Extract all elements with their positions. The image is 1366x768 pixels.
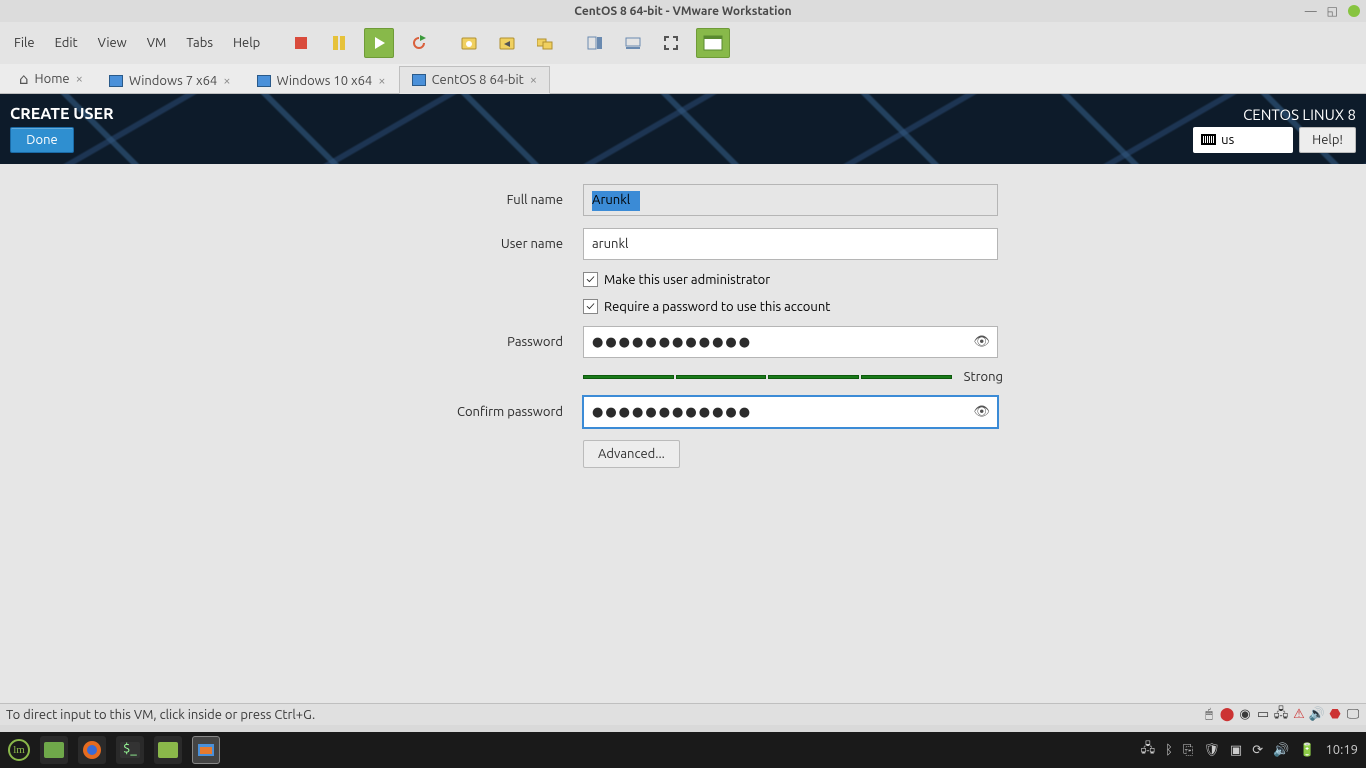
files-icon[interactable] <box>154 736 182 764</box>
advanced-button[interactable]: Advanced... <box>583 440 680 468</box>
menu-view[interactable]: View <box>90 32 135 54</box>
password-strength-meter <box>583 375 952 379</box>
vmware-statusbar: To direct input to this VM, click inside… <box>0 703 1366 725</box>
vmware-menubar: File Edit View VM Tabs Help <box>0 22 1366 64</box>
host-close-icon[interactable] <box>1348 5 1360 17</box>
bluetooth-tray-icon[interactable]: ᛒ <box>1165 743 1173 757</box>
vm-power-on-button[interactable] <box>364 28 394 58</box>
admin-checkbox-row[interactable]: Make this user administrator <box>583 272 1003 287</box>
fullname-label: Full name <box>363 193 563 207</box>
host-titlebar: CentOS 8 64-bit - VMware Workstation — ◱ <box>0 0 1366 22</box>
svg-text:$_: $_ <box>123 742 137 756</box>
status-mouse-icon: 🖱 <box>1202 708 1216 722</box>
tab-close-icon[interactable]: × <box>530 73 537 87</box>
vm-snapshot-take-button[interactable] <box>456 30 482 56</box>
reveal-password-icon[interactable]: 👁 <box>973 335 990 350</box>
status-disk-icon[interactable]: ⬤ <box>1220 708 1234 722</box>
host-window-title: CentOS 8 64-bit - VMware Workstation <box>574 5 791 18</box>
require-password-checkbox[interactable] <box>583 299 598 314</box>
help-button[interactable]: Help! <box>1299 127 1356 153</box>
menu-edit[interactable]: Edit <box>47 32 86 54</box>
network-tray-icon[interactable]: 🖧 <box>1141 739 1156 761</box>
vmware-taskbar-icon[interactable] <box>192 736 220 764</box>
taskbar-clock[interactable]: 10:19 <box>1325 743 1358 757</box>
confirm-password-input[interactable] <box>583 396 998 428</box>
vm-unity-button[interactable] <box>696 28 730 58</box>
username-label: User name <box>363 237 563 251</box>
menu-help[interactable]: Help <box>225 32 268 54</box>
confirm-password-label: Confirm password <box>363 405 563 419</box>
admin-checkbox[interactable] <box>583 272 598 287</box>
tab-label: Home <box>35 72 70 86</box>
reveal-confirm-password-icon[interactable]: 👁 <box>973 405 990 420</box>
status-floppy-icon[interactable]: ▭ <box>1256 708 1270 722</box>
vm-snapshot-revert-button[interactable] <box>494 30 520 56</box>
anaconda-header: CREATE USER Done CENTOS LINUX 8 us Help! <box>0 94 1366 164</box>
start-menu-icon[interactable]: lm <box>8 739 30 761</box>
tab-label: Windows 10 x64 <box>277 74 373 88</box>
require-password-checkbox-label: Require a password to use this account <box>604 300 830 314</box>
status-cd-icon[interactable]: ◉ <box>1238 708 1252 722</box>
menu-tabs[interactable]: Tabs <box>178 32 221 54</box>
tab-label: CentOS 8 64-bit <box>432 73 524 87</box>
vmware-tabbar: Home × Windows 7 x64 × Windows 10 x64 × … <box>0 64 1366 94</box>
password-strength-label: Strong <box>964 370 1003 384</box>
updates-tray-icon[interactable]: ⎘ <box>1183 743 1193 758</box>
battery-tray-icon[interactable]: 🔋 <box>1299 743 1315 758</box>
tab-home[interactable]: Home × <box>6 63 96 94</box>
vm-power-off-button[interactable] <box>288 30 314 56</box>
host-taskbar: lm $_ 🖧 ᛒ ⎘ 🛡 ▣ ⟳ 🔊 🔋 10:19 <box>0 732 1366 768</box>
username-input[interactable] <box>583 228 998 260</box>
require-password-checkbox-row[interactable]: Require a password to use this account <box>583 299 1003 314</box>
status-display-icon[interactable]: 🖵 <box>1346 708 1360 722</box>
shield-tray-icon[interactable]: 🛡 <box>1203 743 1220 758</box>
vm-icon <box>412 74 426 86</box>
vm-show-console-button[interactable] <box>582 30 608 56</box>
home-icon <box>19 70 29 88</box>
vm-thumbnails-button[interactable] <box>620 30 646 56</box>
tab-windows10[interactable]: Windows 10 x64 × <box>244 67 399 94</box>
keyboard-icon <box>1201 134 1216 145</box>
menu-vm[interactable]: VM <box>139 32 175 54</box>
firefox-icon[interactable] <box>78 736 106 764</box>
password-label: Password <box>363 335 563 349</box>
vm-icon <box>109 75 123 87</box>
file-manager-icon[interactable] <box>40 736 68 764</box>
tab-centos8[interactable]: CentOS 8 64-bit × <box>399 66 551 94</box>
os-label: CENTOS LINUX 8 <box>1243 106 1356 123</box>
vm-snapshot-manager-button[interactable] <box>532 30 558 56</box>
guest-display[interactable]: CREATE USER Done CENTOS LINUX 8 us Help!… <box>0 94 1366 703</box>
status-usb-icon[interactable]: ⚠ <box>1292 708 1306 722</box>
terminal-icon[interactable]: $_ <box>116 736 144 764</box>
page-title: CREATE USER <box>10 105 114 123</box>
status-net-icon[interactable]: 🖧 <box>1274 708 1288 722</box>
keyboard-layout-label: us <box>1221 133 1234 147</box>
fullname-input[interactable] <box>583 184 998 216</box>
tab-close-icon[interactable]: × <box>378 74 385 88</box>
tab-label: Windows 7 x64 <box>129 74 217 88</box>
vm-suspend-button[interactable] <box>326 30 352 56</box>
host-minimize-icon[interactable]: — <box>1305 5 1317 18</box>
refresh-tray-icon[interactable]: ⟳ <box>1252 743 1263 758</box>
disk-tray-icon[interactable]: ▣ <box>1230 743 1242 758</box>
vm-icon <box>257 75 271 87</box>
vmware-status-hint: To direct input to this VM, click inside… <box>6 708 315 722</box>
vm-fullscreen-button[interactable] <box>658 30 684 56</box>
password-input[interactable] <box>583 326 998 358</box>
create-user-form: Full name User name Make this user admin… <box>363 184 1003 468</box>
keyboard-indicator[interactable]: us <box>1193 127 1293 153</box>
menu-file[interactable]: File <box>6 32 43 54</box>
tab-close-icon[interactable]: × <box>223 74 230 88</box>
tab-close-icon[interactable]: × <box>76 72 83 86</box>
volume-tray-icon[interactable]: 🔊 <box>1273 743 1289 758</box>
host-maximize-icon[interactable]: ◱ <box>1327 4 1338 18</box>
vm-restart-button[interactable] <box>406 30 432 56</box>
done-button[interactable]: Done <box>10 127 74 153</box>
tab-windows7[interactable]: Windows 7 x64 × <box>96 67 244 94</box>
status-printer-icon[interactable]: ⬣ <box>1328 708 1342 722</box>
status-sound-icon[interactable]: 🔊 <box>1310 708 1324 722</box>
admin-checkbox-label: Make this user administrator <box>604 273 770 287</box>
